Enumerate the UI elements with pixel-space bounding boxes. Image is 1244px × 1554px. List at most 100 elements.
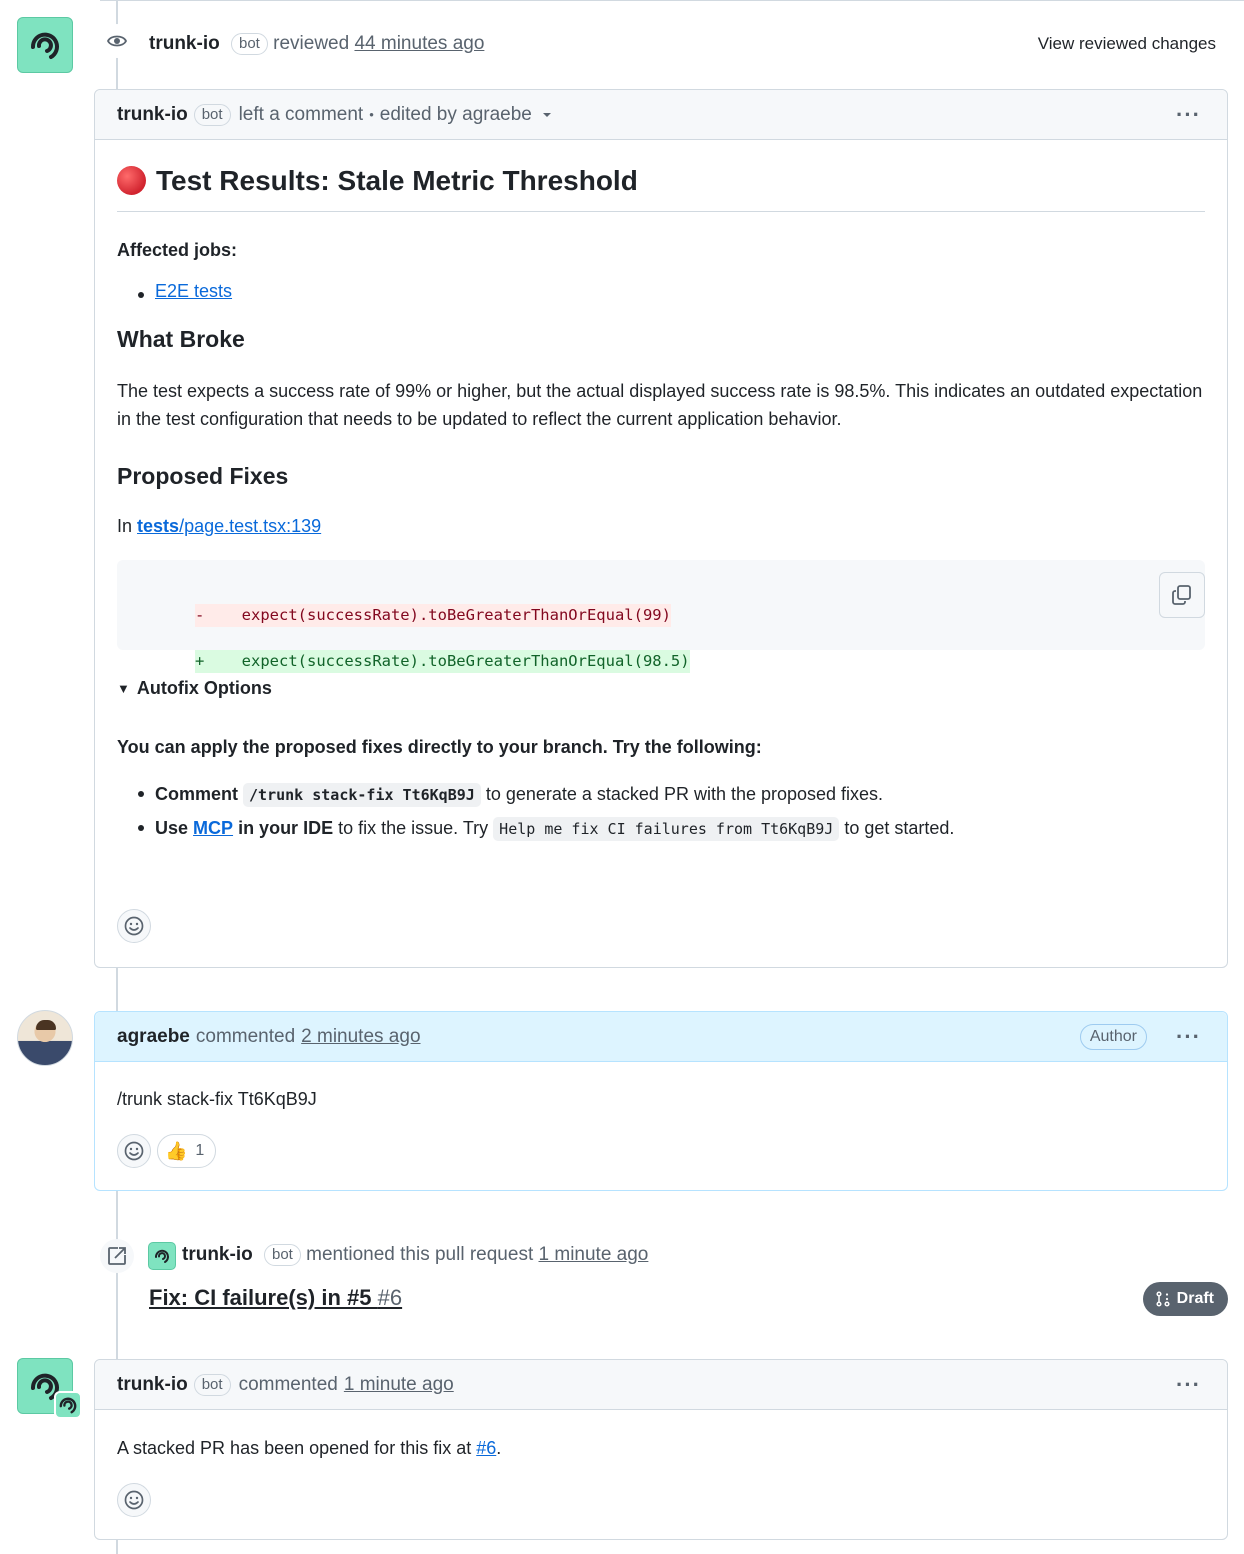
- top-divider: [100, 0, 1244, 1]
- cross-reference-icon: [108, 1247, 126, 1265]
- option2-use: Use: [155, 818, 189, 838]
- mention-action: mentioned this pull request: [306, 1244, 534, 1265]
- user-comment-body: /trunk stack-fix Tt6KqB9J: [117, 1089, 317, 1109]
- linked-pr[interactable]: Fix: CI failure(s) in #5 #6: [149, 1285, 402, 1311]
- separator-dot: •: [369, 107, 374, 122]
- list-item: Use MCP in your IDE to fix the issue. Tr…: [117, 814, 1205, 843]
- affected-jobs-label: Affected jobs:: [117, 240, 238, 260]
- eye-icon: [106, 35, 128, 47]
- title-row: Test Results: Stale Metric Threshold: [117, 150, 1205, 212]
- bot-badge: bot: [231, 33, 268, 55]
- view-reviewed-changes-link[interactable]: View reviewed changes: [1038, 34, 1216, 54]
- thumbs-up-reaction[interactable]: 👍 1: [157, 1134, 217, 1168]
- app-badge-avatar: [54, 1391, 82, 1419]
- pr-link[interactable]: #6: [476, 1438, 496, 1458]
- comment-time[interactable]: 2 minutes ago: [301, 1026, 420, 1048]
- job-link[interactable]: E2E tests: [155, 281, 232, 301]
- bot-comment-header: trunk-io bot commented 1 minute ago ···: [95, 1360, 1227, 1410]
- comment-time[interactable]: 1 minute ago: [344, 1374, 454, 1396]
- body-suffix: .: [496, 1438, 502, 1458]
- comment-author[interactable]: trunk-io: [117, 104, 188, 126]
- author-role-badge: Author: [1079, 1024, 1147, 1050]
- what-broke-heading: What Broke: [117, 326, 245, 352]
- bot-badge: bot: [193, 103, 231, 126]
- add-reaction-button[interactable]: [117, 909, 151, 943]
- file-dir: tests: [137, 516, 180, 536]
- autofix-intro: You can apply the proposed fixes directl…: [117, 737, 762, 757]
- proposed-fixes-heading: Proposed Fixes: [117, 463, 289, 489]
- option1-rest: to generate a stacked PR with the propos…: [485, 784, 884, 804]
- edited-by-dropdown[interactable]: edited by agraebe: [380, 104, 532, 126]
- avatar-hair: [36, 1020, 56, 1030]
- git-pull-request-draft-icon: [1156, 1291, 1170, 1307]
- trunk-logo-icon: [59, 1397, 77, 1414]
- list-item: E2E tests: [117, 281, 1205, 302]
- diff-block: - expect(successRate).toBeGreaterThanOrE…: [117, 560, 1205, 673]
- review-comment-header: trunk-io bot left a comment • edited by …: [95, 90, 1227, 140]
- agraebe-avatar[interactable]: [17, 1010, 73, 1066]
- body-prefix: A stacked PR has been opened for this fi…: [117, 1438, 472, 1458]
- comment-action: left a comment: [238, 103, 364, 125]
- option2-code: Help me fix CI failures from Tt6KqB9J: [493, 817, 840, 841]
- jobs-list: E2E tests: [117, 281, 1205, 302]
- diff-added-line: + expect(successRate).toBeGreaterThanOrE…: [195, 650, 690, 673]
- comment-title: Test Results: Stale Metric Threshold: [156, 164, 638, 196]
- review-event-author[interactable]: trunk-io: [149, 33, 220, 54]
- mention-time[interactable]: 1 minute ago: [539, 1244, 649, 1265]
- file-prefix: In: [117, 516, 133, 536]
- bot-badge: bot: [193, 1373, 231, 1396]
- bot-comment-body: A stacked PR has been opened for this fi…: [117, 1434, 501, 1462]
- autofix-options-list: Comment /trunk stack-fix Tt6KqB9J to gen…: [117, 780, 1205, 843]
- draft-label: Draft: [1176, 1290, 1214, 1307]
- comment-options-icon[interactable]: ···: [1176, 1024, 1201, 1050]
- linked-pr-title[interactable]: Fix: CI failure(s) in #5: [149, 1285, 372, 1310]
- comment-options-icon[interactable]: ···: [1176, 102, 1201, 128]
- draft-status-badge: Draft: [1142, 1282, 1228, 1316]
- file-link[interactable]: tests/page.test.tsx:139: [137, 516, 321, 536]
- review-event-action: reviewed: [273, 33, 350, 54]
- option2-rest: to get started.: [844, 818, 955, 838]
- red-circle-icon: [117, 166, 146, 195]
- file-rest: /page.test.tsx:139: [179, 516, 322, 536]
- review-event-time[interactable]: 44 minutes ago: [354, 33, 484, 54]
- smiley-icon: [124, 916, 144, 936]
- diff-removed-line: - expect(successRate).toBeGreaterThanOrE…: [195, 604, 671, 627]
- comment-author[interactable]: agraebe: [117, 1026, 190, 1048]
- trunk-logo-icon: [30, 32, 59, 59]
- add-reaction-button[interactable]: [117, 1134, 151, 1168]
- bot-badge: bot: [264, 1244, 301, 1266]
- file-reference: In tests/page.test.tsx:139: [117, 512, 1205, 540]
- copy-icon: [1172, 585, 1191, 605]
- mcp-link[interactable]: MCP: [193, 818, 233, 838]
- review-comment-body: Test Results: Stale Metric Threshold Aff…: [117, 150, 1205, 843]
- mention-author[interactable]: trunk-io: [182, 1244, 253, 1265]
- diff-removed-code: expect(successRate).toBeGreaterThanOrEqu…: [204, 606, 671, 624]
- comment-options-icon[interactable]: ···: [1176, 1372, 1201, 1398]
- autofix-summary[interactable]: ▼ Autofix Options: [117, 678, 1205, 699]
- option2-mid: to fix the issue. Try: [338, 818, 489, 838]
- copy-button[interactable]: [1159, 572, 1205, 618]
- review-event-icon: [100, 24, 134, 58]
- trunk-io-avatar[interactable]: [17, 17, 73, 73]
- mention-small-avatar[interactable]: [148, 1242, 176, 1270]
- linked-pr-number[interactable]: #6: [378, 1285, 402, 1310]
- review-comment-box: trunk-io bot left a comment • edited by …: [94, 89, 1228, 968]
- what-broke-text: The test expects a success rate of 99% o…: [117, 381, 1203, 429]
- option1-code: /trunk stack-fix Tt6KqB9J: [243, 783, 481, 807]
- comment-author[interactable]: trunk-io: [117, 1374, 188, 1396]
- diff-added-code: expect(successRate).toBeGreaterThanOrEqu…: [204, 652, 690, 670]
- cross-reference-icon-wrap: [100, 1239, 134, 1273]
- reactions-row: 👍 1: [117, 1134, 217, 1168]
- trunk-io-avatar[interactable]: [17, 1358, 82, 1419]
- trunk-logo-icon: [154, 1249, 169, 1263]
- reaction-count: 1: [195, 1142, 205, 1159]
- user-comment-box: agraebe commented 2 minutes ago Author ·…: [94, 1011, 1228, 1191]
- user-comment-header: agraebe commented 2 minutes ago Author ·…: [95, 1012, 1227, 1062]
- caret-down-icon[interactable]: [540, 110, 554, 120]
- add-reaction-button[interactable]: [117, 1483, 151, 1517]
- list-item: Comment /trunk stack-fix Tt6KqB9J to gen…: [117, 780, 1205, 809]
- diff-removed-sign: -: [195, 606, 205, 624]
- thumbs-up-icon: 👍: [165, 1140, 188, 1161]
- diff-added-sign: +: [195, 652, 205, 670]
- triangle-down-icon: ▼: [117, 681, 130, 696]
